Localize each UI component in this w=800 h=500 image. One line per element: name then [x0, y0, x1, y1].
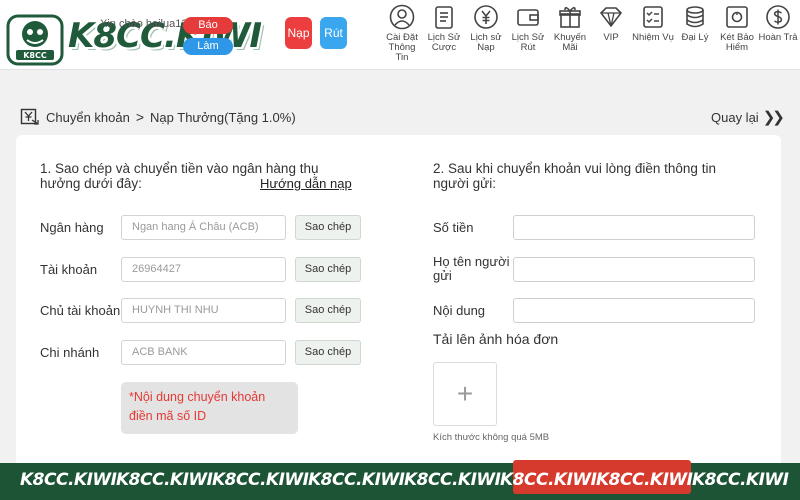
top-header: K8CC K8CC.KIWI Xin chào hailua12 Báo dan…: [0, 0, 800, 70]
breadcrumb-transfer[interactable]: Chuyển khoản: [46, 110, 130, 125]
watermark-text: K8CC.KIWI: [116, 470, 213, 490]
nav-item-missions[interactable]: Nhiệm Vụ: [632, 4, 674, 43]
withdraw-button[interactable]: Rút: [320, 17, 347, 49]
step2-heading-line2: người gửi:: [433, 176, 496, 191]
amount-label: Số tiền: [433, 220, 474, 235]
nav-item-deposit-history[interactable]: Lịch sử Nạp: [465, 4, 507, 53]
branch-label: Chi nhánh: [40, 345, 100, 360]
deposit-guide-link[interactable]: Hướng dẫn nạp: [260, 176, 352, 191]
nav-label: Khuyến Mãi: [553, 32, 587, 53]
copy-account-holder-button[interactable]: Sao chép: [295, 298, 361, 323]
bank-field: Ngan hang Á Châu (ACB): [121, 215, 286, 240]
copy-bank-button[interactable]: Sao chép: [295, 215, 361, 240]
watermark-text: K8CC.KIWI: [20, 470, 117, 490]
double-chevron-right-icon: ❯❯: [762, 109, 785, 126]
refresh-button[interactable]: Làm mới: [183, 38, 233, 69]
nav-label: Lịch Sử Cược: [427, 32, 461, 53]
step1-heading-line2: hưởng dưới đây:: [40, 176, 142, 191]
upload-size-hint: Kích thước không quá 5MB: [433, 432, 550, 443]
copy-account-button[interactable]: Sao chép: [295, 257, 361, 282]
amount-input[interactable]: [513, 215, 755, 240]
watermark-text: K8CC.KIWI: [596, 470, 693, 490]
nav-label: Hoàn Trả: [758, 32, 798, 43]
coins-stack-icon: [686, 6, 704, 28]
report-button[interactable]: Báo danh: [183, 17, 233, 48]
sender-name-input[interactable]: [513, 257, 755, 282]
nav-item-cashback[interactable]: Hoàn Trả: [757, 4, 799, 43]
logo-badge-icon: K8CC: [6, 14, 64, 66]
transfer-note-line2: điền mã số ID: [129, 409, 207, 423]
transfer-content-label: Nội dung: [433, 303, 486, 318]
nav-item-withdraw-history[interactable]: Lịch Sử Rút: [507, 4, 549, 53]
account-label: Tài khoản: [40, 262, 98, 277]
nav-label: Cài Đặt Thông Tin: [386, 32, 418, 63]
step1-heading-line1: 1. Sao chép và chuyển tiền vào ngân hàng…: [40, 161, 319, 176]
account-holder-label: Chủ tài khoản: [40, 303, 121, 318]
sender-name-label: Họ tên người gửi: [433, 255, 510, 283]
svg-text:K8CC: K8CC: [23, 51, 47, 60]
dollar-circle-icon: [766, 5, 790, 29]
upload-receipt-button[interactable]: +: [433, 362, 497, 426]
nav-item-agency[interactable]: Đại Lý: [674, 4, 716, 43]
nav-item-safe[interactable]: Két Bảo Hiểm: [716, 4, 758, 53]
nav-label: Lịch sử Nạp: [470, 32, 502, 53]
transfer-note: *Nội dung chuyển khoản điền mã số ID: [121, 382, 298, 434]
branch-field: ACB BANK: [121, 340, 286, 365]
breadcrumb-separator: >: [135, 109, 145, 125]
watermark-text: K8CC.KIWI: [500, 470, 597, 490]
transfer-yen-icon: [20, 108, 39, 125]
sender-name-label-line1: Họ tên người: [433, 254, 510, 269]
nav-item-vip[interactable]: VIP: [590, 4, 632, 43]
user-icon: [389, 4, 415, 30]
diamond-icon: [599, 7, 623, 28]
back-label: Quay lại: [711, 110, 759, 125]
watermark-text: K8CC.KIWI: [692, 470, 789, 490]
gift-icon: [559, 6, 581, 28]
nav-item-promotions[interactable]: Khuyến Mãi: [549, 4, 591, 53]
account-field: 26964427: [121, 257, 286, 282]
yen-coin-icon: [474, 5, 498, 29]
account-holder-field: HUYNH THI NHU: [121, 298, 286, 323]
wallet-icon: [517, 9, 539, 26]
nav-label: Lịch Sử Rút: [511, 32, 545, 53]
nav-label: Đại Lý: [681, 32, 709, 43]
watermark-text: K8CC.KIWI: [404, 470, 501, 490]
back-button[interactable]: Quay lại ❯❯: [711, 108, 785, 126]
nav-label: Két Bảo Hiểm: [720, 32, 754, 53]
bank-label: Ngân hàng: [40, 220, 104, 235]
watermark-row: K8CC.KIWI K8CC.KIWI K8CC.KIWI K8CC.KIWI …: [20, 466, 800, 496]
breadcrumb-current: Nạp Thưởng(Tặng 1.0%): [150, 109, 296, 125]
user-greeting: Xin chào hailua12: [100, 18, 188, 30]
breadcrumb: Chuyển khoản > Nạp Thưởng(Tặng 1.0%): [20, 108, 296, 126]
safe-icon: [726, 6, 748, 28]
sender-name-label-line2: gửi: [433, 268, 452, 283]
transfer-content-input[interactable]: [513, 298, 755, 323]
step2-heading-line1: 2. Sau khi chuyển khoản vui lòng điền th…: [433, 161, 716, 176]
nav-item-account-settings[interactable]: Cài Đặt Thông Tin: [381, 4, 423, 63]
watermark-text: K8CC.KIWI: [212, 470, 309, 490]
plus-icon: +: [456, 378, 474, 409]
upload-receipt-title: Tải lên ảnh hóa đơn: [433, 331, 559, 347]
watermark-text: K8CC.KIWI: [308, 470, 405, 490]
nav-label: Nhiệm Vụ: [632, 32, 674, 43]
checklist-icon: [643, 6, 663, 28]
transfer-note-line1: *Nội dung chuyển khoản: [129, 390, 266, 404]
deposit-button[interactable]: Nạp: [285, 17, 312, 49]
nav-item-bet-history[interactable]: Lịch Sử Cược: [423, 4, 465, 53]
copy-branch-button[interactable]: Sao chép: [295, 340, 361, 365]
nav-label: VIP: [603, 32, 619, 43]
clipboard-icon: [435, 6, 453, 29]
